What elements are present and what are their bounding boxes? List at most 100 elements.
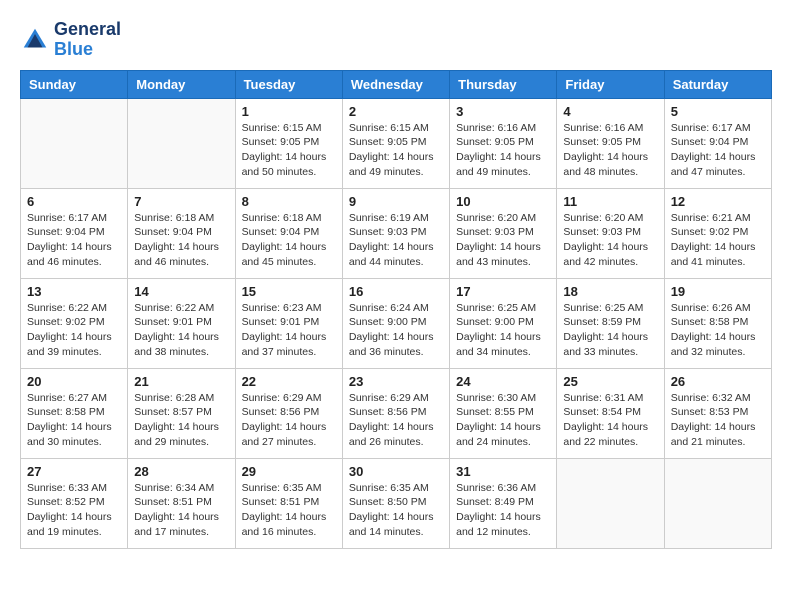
day-header-thursday: Thursday bbox=[450, 70, 557, 98]
day-cell bbox=[128, 98, 235, 188]
day-header-friday: Friday bbox=[557, 70, 664, 98]
day-info: Sunrise: 6:15 AM Sunset: 9:05 PM Dayligh… bbox=[349, 121, 443, 180]
day-info: Sunrise: 6:35 AM Sunset: 8:50 PM Dayligh… bbox=[349, 481, 443, 540]
day-info: Sunrise: 6:27 AM Sunset: 8:58 PM Dayligh… bbox=[27, 391, 121, 450]
day-info: Sunrise: 6:35 AM Sunset: 8:51 PM Dayligh… bbox=[242, 481, 336, 540]
day-info: Sunrise: 6:17 AM Sunset: 9:04 PM Dayligh… bbox=[671, 121, 765, 180]
day-number: 19 bbox=[671, 284, 765, 299]
logo-text: General Blue bbox=[54, 20, 121, 60]
day-cell: 13 Sunrise: 6:22 AM Sunset: 9:02 PM Dayli… bbox=[21, 278, 128, 368]
day-cell: 5 Sunrise: 6:17 AM Sunset: 9:04 PM Daylig… bbox=[664, 98, 771, 188]
day-cell: 30 Sunrise: 6:35 AM Sunset: 8:50 PM Dayli… bbox=[342, 458, 449, 548]
day-cell: 16Sunrise: 6:24 AM Sunset: 9:00 PM Dayli… bbox=[342, 278, 449, 368]
day-number: 1 bbox=[242, 104, 336, 119]
day-cell: 1Sunrise: 6:15 AM Sunset: 9:05 PM Daylig… bbox=[235, 98, 342, 188]
day-info: Sunrise: 6:31 AM Sunset: 8:54 PM Dayligh… bbox=[563, 391, 657, 450]
day-info: Sunrise: 6:33 AM Sunset: 8:52 PM Dayligh… bbox=[27, 481, 121, 540]
day-number: 6 bbox=[27, 194, 121, 209]
day-info: Sunrise: 6:19 AM Sunset: 9:03 PM Dayligh… bbox=[349, 211, 443, 270]
day-number: 10 bbox=[456, 194, 550, 209]
day-number: 12 bbox=[671, 194, 765, 209]
day-info: Sunrise: 6:34 AM Sunset: 8:51 PM Dayligh… bbox=[134, 481, 228, 540]
logo-icon bbox=[20, 25, 50, 55]
day-cell: 25 Sunrise: 6:31 AM Sunset: 8:54 PM Dayli… bbox=[557, 368, 664, 458]
day-number: 30 bbox=[349, 464, 443, 479]
day-info: Sunrise: 6:23 AM Sunset: 9:01 PM Dayligh… bbox=[242, 301, 336, 360]
day-header-monday: Monday bbox=[128, 70, 235, 98]
day-cell: 22 Sunrise: 6:29 AM Sunset: 8:56 PM Dayli… bbox=[235, 368, 342, 458]
day-info: Sunrise: 6:20 AM Sunset: 9:03 PM Dayligh… bbox=[456, 211, 550, 270]
day-number: 13 bbox=[27, 284, 121, 299]
day-number: 20 bbox=[27, 374, 121, 389]
day-number: 9 bbox=[349, 194, 443, 209]
week-row-2: 6 Sunrise: 6:17 AM Sunset: 9:04 PM Daylig… bbox=[21, 188, 772, 278]
day-info: Sunrise: 6:24 AM Sunset: 9:00 PM Dayligh… bbox=[349, 301, 443, 360]
day-cell: 14 Sunrise: 6:22 AM Sunset: 9:01 PM Dayli… bbox=[128, 278, 235, 368]
day-cell: 18 Sunrise: 6:25 AM Sunset: 8:59 PM Dayli… bbox=[557, 278, 664, 368]
day-cell: 15 Sunrise: 6:23 AM Sunset: 9:01 PM Dayli… bbox=[235, 278, 342, 368]
day-info: Sunrise: 6:28 AM Sunset: 8:57 PM Dayligh… bbox=[134, 391, 228, 450]
day-info: Sunrise: 6:29 AM Sunset: 8:56 PM Dayligh… bbox=[242, 391, 336, 450]
day-cell: 6 Sunrise: 6:17 AM Sunset: 9:04 PM Daylig… bbox=[21, 188, 128, 278]
day-number: 28 bbox=[134, 464, 228, 479]
day-number: 7 bbox=[134, 194, 228, 209]
day-info: Sunrise: 6:20 AM Sunset: 9:03 PM Dayligh… bbox=[563, 211, 657, 270]
week-row-4: 20 Sunrise: 6:27 AM Sunset: 8:58 PM Dayli… bbox=[21, 368, 772, 458]
day-number: 14 bbox=[134, 284, 228, 299]
day-number: 3 bbox=[456, 104, 550, 119]
day-cell: 9 Sunrise: 6:19 AM Sunset: 9:03 PM Daylig… bbox=[342, 188, 449, 278]
day-number: 27 bbox=[27, 464, 121, 479]
day-header-wednesday: Wednesday bbox=[342, 70, 449, 98]
day-number: 24 bbox=[456, 374, 550, 389]
day-cell: 29 Sunrise: 6:35 AM Sunset: 8:51 PM Dayli… bbox=[235, 458, 342, 548]
logo: General Blue bbox=[20, 20, 121, 60]
day-cell: 31 Sunrise: 6:36 AM Sunset: 8:49 PM Dayli… bbox=[450, 458, 557, 548]
day-number: 25 bbox=[563, 374, 657, 389]
day-info: Sunrise: 6:22 AM Sunset: 9:02 PM Dayligh… bbox=[27, 301, 121, 360]
day-cell: 2Sunrise: 6:15 AM Sunset: 9:05 PM Daylig… bbox=[342, 98, 449, 188]
header: General Blue bbox=[20, 20, 772, 60]
day-cell bbox=[21, 98, 128, 188]
day-info: Sunrise: 6:22 AM Sunset: 9:01 PM Dayligh… bbox=[134, 301, 228, 360]
day-cell: 24Sunrise: 6:30 AM Sunset: 8:55 PM Dayli… bbox=[450, 368, 557, 458]
day-number: 4 bbox=[563, 104, 657, 119]
day-cell: 3Sunrise: 6:16 AM Sunset: 9:05 PM Daylig… bbox=[450, 98, 557, 188]
day-info: Sunrise: 6:36 AM Sunset: 8:49 PM Dayligh… bbox=[456, 481, 550, 540]
day-cell: 4 Sunrise: 6:16 AM Sunset: 9:05 PM Daylig… bbox=[557, 98, 664, 188]
day-number: 8 bbox=[242, 194, 336, 209]
day-number: 15 bbox=[242, 284, 336, 299]
day-cell: 12 Sunrise: 6:21 AM Sunset: 9:02 PM Dayli… bbox=[664, 188, 771, 278]
day-number: 5 bbox=[671, 104, 765, 119]
day-info: Sunrise: 6:25 AM Sunset: 9:00 PM Dayligh… bbox=[456, 301, 550, 360]
day-number: 18 bbox=[563, 284, 657, 299]
day-info: Sunrise: 6:18 AM Sunset: 9:04 PM Dayligh… bbox=[134, 211, 228, 270]
day-info: Sunrise: 6:29 AM Sunset: 8:56 PM Dayligh… bbox=[349, 391, 443, 450]
day-info: Sunrise: 6:21 AM Sunset: 9:02 PM Dayligh… bbox=[671, 211, 765, 270]
day-info: Sunrise: 6:26 AM Sunset: 8:58 PM Dayligh… bbox=[671, 301, 765, 360]
day-cell: 11 Sunrise: 6:20 AM Sunset: 9:03 PM Dayli… bbox=[557, 188, 664, 278]
day-number: 21 bbox=[134, 374, 228, 389]
day-number: 29 bbox=[242, 464, 336, 479]
day-cell: 8 Sunrise: 6:18 AM Sunset: 9:04 PM Daylig… bbox=[235, 188, 342, 278]
day-number: 22 bbox=[242, 374, 336, 389]
day-number: 26 bbox=[671, 374, 765, 389]
day-info: Sunrise: 6:25 AM Sunset: 8:59 PM Dayligh… bbox=[563, 301, 657, 360]
day-cell: 7 Sunrise: 6:18 AM Sunset: 9:04 PM Daylig… bbox=[128, 188, 235, 278]
day-number: 17 bbox=[456, 284, 550, 299]
day-number: 31 bbox=[456, 464, 550, 479]
day-cell: 19 Sunrise: 6:26 AM Sunset: 8:58 PM Dayli… bbox=[664, 278, 771, 368]
day-header-sunday: Sunday bbox=[21, 70, 128, 98]
day-number: 11 bbox=[563, 194, 657, 209]
day-info: Sunrise: 6:18 AM Sunset: 9:04 PM Dayligh… bbox=[242, 211, 336, 270]
day-cell: 23 Sunrise: 6:29 AM Sunset: 8:56 PM Dayli… bbox=[342, 368, 449, 458]
day-cell: 26 Sunrise: 6:32 AM Sunset: 8:53 PM Dayli… bbox=[664, 368, 771, 458]
day-cell bbox=[557, 458, 664, 548]
day-cell: 28 Sunrise: 6:34 AM Sunset: 8:51 PM Dayli… bbox=[128, 458, 235, 548]
day-header-tuesday: Tuesday bbox=[235, 70, 342, 98]
calendar: SundayMondayTuesdayWednesdayThursdayFrid… bbox=[20, 70, 772, 549]
day-number: 23 bbox=[349, 374, 443, 389]
day-header-saturday: Saturday bbox=[664, 70, 771, 98]
day-info: Sunrise: 6:32 AM Sunset: 8:53 PM Dayligh… bbox=[671, 391, 765, 450]
day-info: Sunrise: 6:17 AM Sunset: 9:04 PM Dayligh… bbox=[27, 211, 121, 270]
day-info: Sunrise: 6:16 AM Sunset: 9:05 PM Dayligh… bbox=[563, 121, 657, 180]
